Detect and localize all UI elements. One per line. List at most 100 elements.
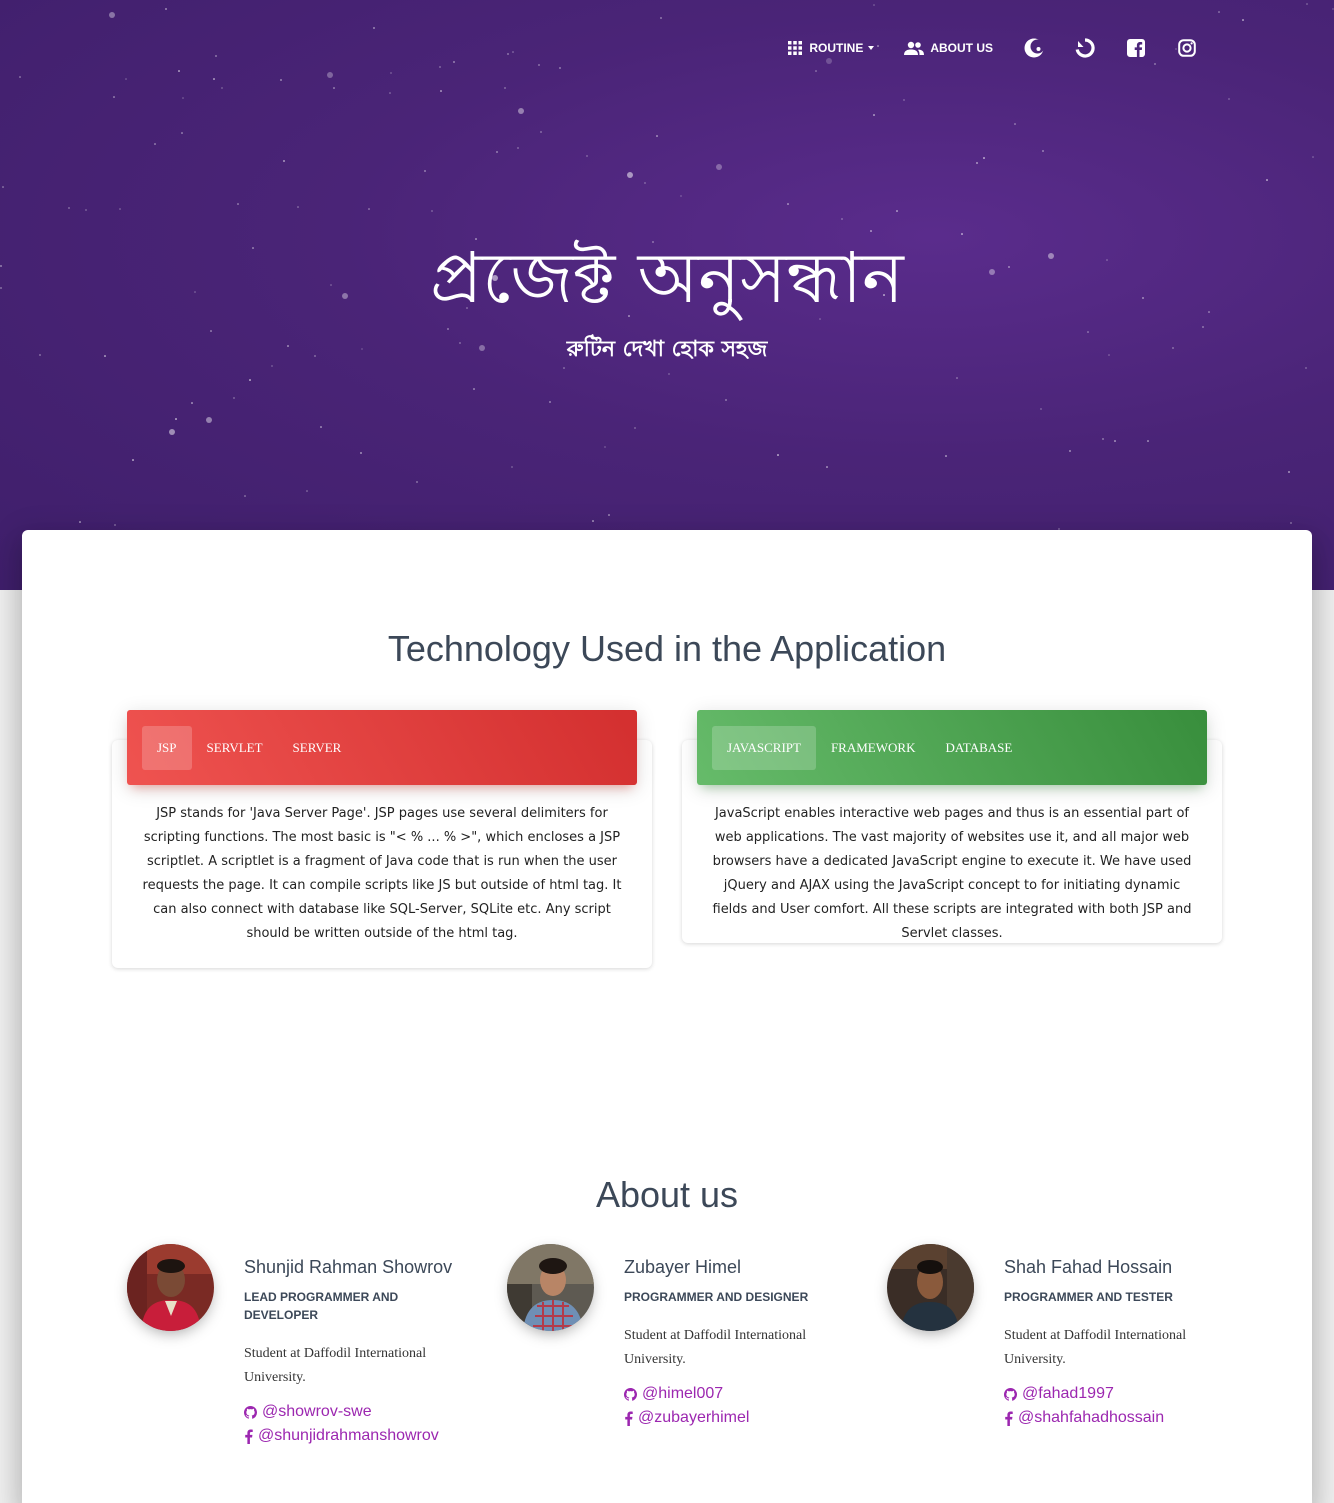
star-dot [283,160,285,162]
star-dot [680,195,682,197]
star-dot [233,397,235,399]
facebook-handle: @shunjidrahmanshowrov [258,1427,439,1444]
about-section-title: About us [595,1174,739,1215]
star-dot [559,67,561,69]
instagram-icon[interactable] [1161,34,1212,62]
card-tab-header: JAVASCRIPT FRAMEWORK DATABASE [697,710,1207,785]
star-dot [169,429,175,435]
star-dot [109,12,115,18]
routine-dropdown[interactable]: ROUTINE [772,34,889,62]
star-dot [125,78,127,80]
star-dot [215,55,217,57]
star-dot [297,206,299,208]
star-dot [604,446,606,448]
star-dot [221,87,223,89]
about-us-link[interactable]: ABOUT US [889,34,1008,62]
github-handle: @showrov-swe [262,1403,372,1420]
tab-server[interactable]: SERVER [278,726,357,770]
star-dot [181,132,183,134]
star-dot [182,97,184,99]
hero-title: প্রজেক্ট অনুসন্ধান [430,237,904,319]
star-dot [237,203,239,205]
star-dot [644,182,646,184]
star-dot [114,524,116,526]
member-role: PROGRAMMER AND DESIGNER [624,1290,809,1304]
tab-javascript[interactable]: JAVASCRIPT [712,725,816,770]
star-dot [333,87,335,89]
star-dot [1288,471,1290,473]
star-dot [416,481,418,483]
tab-servlet[interactable]: SERVLET [192,726,278,770]
star-dot [431,210,433,212]
tab-framework[interactable]: FRAMEWORK [816,726,931,770]
apps-grid-icon [788,41,803,55]
star-dot [132,459,134,461]
facebook-link[interactable]: @shunjidrahmanshowrov [244,1424,474,1448]
technology-section-title: Technology Used in the Application [387,628,947,669]
star-dot [668,373,670,375]
hero-subtitle: রুটিন দেখা হোক সহজ [566,337,768,362]
star-dot [79,521,81,523]
facebook-link[interactable]: @shahfahadhossain [1004,1406,1234,1430]
facebook-link[interactable]: @zubayerhimel [624,1406,854,1430]
star-dot [815,70,817,72]
refresh-icon[interactable] [1059,34,1110,62]
star-dot [586,155,588,157]
star-dot [873,4,875,6]
star-dot [453,61,455,63]
member-name: Shunjid Rahman Showrov [244,1257,453,1277]
member-description: Student at Daffodil International Univer… [244,1346,427,1385]
github-handle: @himel007 [642,1385,724,1402]
star-dot [504,87,506,89]
github-link[interactable]: @himel007 [624,1382,854,1406]
star-dot [2,186,4,188]
github-link[interactable]: @fahad1997 [1004,1382,1234,1406]
star-dot [175,418,177,420]
member-role: LEAD PROGRAMMER AND DEVELOPER [244,1290,399,1322]
star-dot [439,66,441,68]
star-dot [841,218,843,220]
javascript-tab-card: JAVASCRIPT FRAMEWORK DATABASE JavaScript… [682,710,1222,943]
star-dot [511,466,513,468]
member-description: Student at Daffodil International Univer… [624,1328,807,1367]
avatar [887,1244,974,1331]
star-dot [903,99,905,101]
member-info: Shunjid Rahman Showrov LEAD PROGRAMMER A… [244,1254,474,1448]
star-dot [1228,98,1230,100]
star-dot [507,53,509,55]
tab-jsp[interactable]: JSP [142,725,192,770]
member-role: PROGRAMMER AND TESTER [1004,1290,1173,1304]
star-dot [787,203,789,205]
star-dot [627,172,633,178]
star-dot [634,427,636,429]
star-dot [1114,440,1116,442]
star-dot [368,208,370,210]
star-dot [725,399,727,401]
star-dot [592,520,594,522]
card-tab-header: JSP SERVLET SERVER [127,710,637,785]
star-dot [165,8,167,10]
crescent-icon[interactable] [1008,34,1059,62]
routine-label: ROUTINE [809,41,864,55]
star-dot [1102,438,1104,440]
github-icon [624,1387,637,1401]
github-icon [244,1405,257,1419]
star-dot [1154,63,1156,65]
star-dot [440,90,442,92]
star-dot [896,210,898,212]
star-dot [68,207,70,209]
facebook-icon[interactable] [1110,34,1161,62]
star-dot [538,64,540,66]
member-links: @himel007 @zubayerhimel [624,1382,854,1430]
star-dot [1069,450,1071,452]
star-dot [390,72,392,74]
github-icon [1004,1387,1017,1401]
star-dot [518,108,524,114]
star-dot [549,401,551,403]
star-dot [473,388,475,390]
tab-database[interactable]: DATABASE [930,726,1027,770]
github-link[interactable]: @showrov-swe [244,1400,474,1424]
facebook-f-icon [625,1410,633,1426]
star-dot [206,417,212,423]
star-dot [496,151,498,153]
